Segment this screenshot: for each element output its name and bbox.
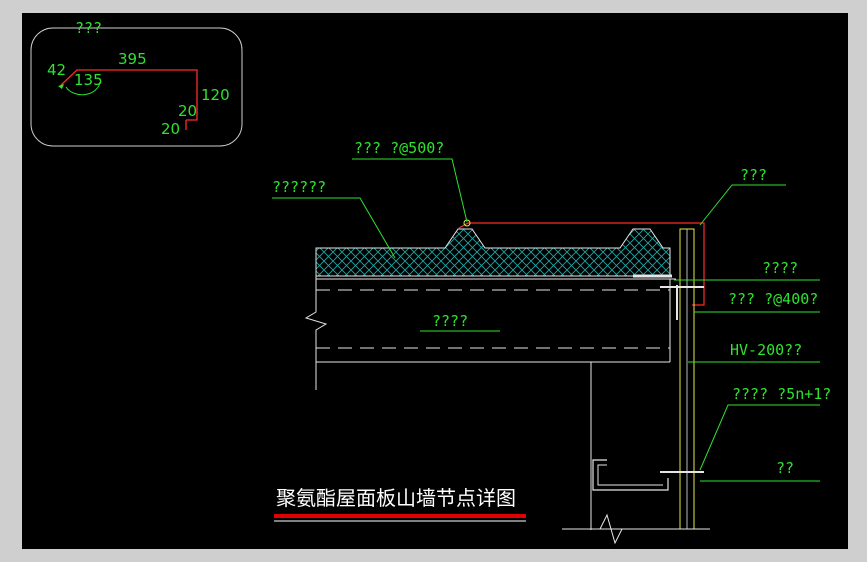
callout-screw-5n: ???? ?5n+1? <box>732 385 831 403</box>
dim-395: 395 <box>118 50 147 68</box>
callout-seal: ???? <box>762 259 798 277</box>
callout-hv: HV-200?? <box>730 341 802 359</box>
callout-panel: ?????? <box>272 178 326 196</box>
dim-42: 42 <box>47 61 66 79</box>
callout-screw-400: ??? ?@400? <box>728 290 818 308</box>
callout-wall: ?? <box>776 459 794 477</box>
cad-drawing: ??? 42 135 395 120 20 20 ??? ?@500? ????… <box>22 13 848 549</box>
dim-20-a: 20 <box>178 102 197 120</box>
dim-135: 135 <box>74 71 103 89</box>
drawing-canvas <box>22 13 848 549</box>
inset-title: ??? <box>75 19 102 37</box>
callout-screw-top: ??? ?@500? <box>354 139 444 157</box>
callout-flashing: ??? <box>740 166 767 184</box>
drawing-title: 聚氨酯屋面板山墙节点详图 <box>276 486 516 510</box>
dim-20-b: 20 <box>161 120 180 138</box>
callout-purlin: ???? <box>432 312 468 330</box>
dim-120: 120 <box>201 86 230 104</box>
